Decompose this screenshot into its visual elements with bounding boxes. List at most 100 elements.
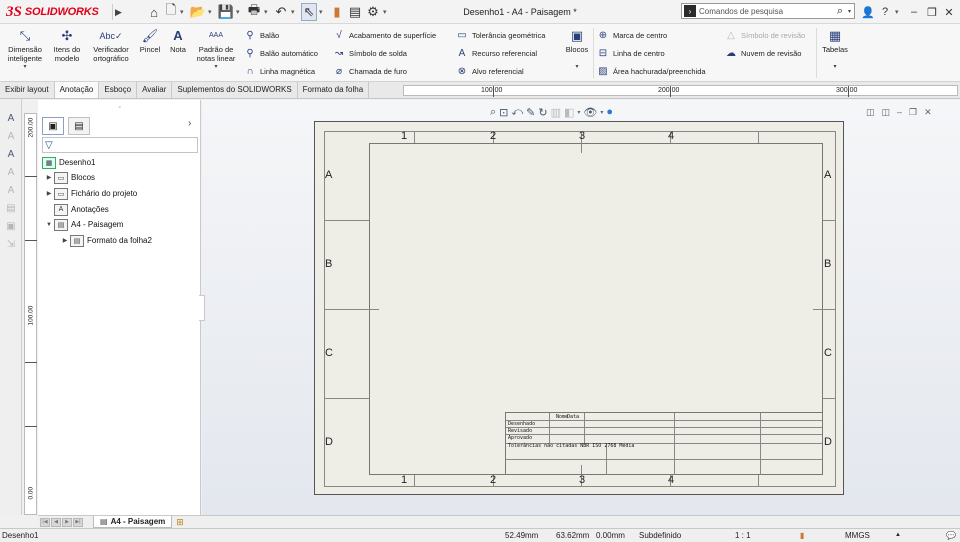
save-dropdown-icon[interactable]: ▾ (236, 3, 240, 21)
area-hatch-button[interactable]: ▨ Área hachurada/preenchida (596, 63, 705, 79)
collapse-arrow-icon[interactable]: ▼ (44, 222, 54, 228)
section-view-icon[interactable]: ▥ (551, 106, 561, 119)
expand-arrow-icon[interactable]: ▶ (44, 174, 54, 181)
help-dropdown-icon[interactable]: ▾ (895, 3, 899, 21)
revision-symbol-button[interactable]: △ Símbolo de revisão (724, 27, 805, 43)
tree-item-sheet-format[interactable]: ▶ ▤ Formato da folha2 (60, 233, 152, 248)
model-items-button[interactable]: ✣ Itens do modelo (50, 28, 84, 63)
menu-expand-arrow-icon[interactable]: ▶ (112, 4, 124, 20)
block-tool-icon[interactable]: ▣ (4, 219, 18, 233)
sheet-tab[interactable]: ▤ A4 - Paisagem (93, 516, 173, 528)
options-icon[interactable]: ⚙ (366, 3, 380, 21)
revision-cloud-button[interactable]: ☁ Nuvem de revisão (724, 45, 801, 61)
print-dropdown-icon[interactable]: ▾ (264, 3, 268, 21)
zoom-to-fit-icon[interactable]: ⌕ (490, 106, 496, 119)
smart-dimension-button[interactable]: ⤡ Dimensão inteligente ▾ (4, 28, 46, 72)
tree-item-annotations[interactable]: A Anotações (44, 202, 109, 217)
add-sheet-icon[interactable]: ⊞ (176, 517, 184, 528)
note-button[interactable]: A Nota (166, 28, 190, 54)
tree-item-design-binder[interactable]: ▶ ▭ Fichário do projeto (44, 186, 137, 201)
auto-balloon-button[interactable]: ⚲ Balão automático (243, 45, 318, 61)
print-icon[interactable]: 🖶 (246, 2, 262, 21)
panel-grip-icon[interactable]: ◦ (38, 100, 201, 114)
tab-annotation[interactable]: Anotação (54, 82, 100, 98)
tree-item-sheet[interactable]: ▼ ▤ A4 - Paisagem (44, 217, 123, 232)
last-sheet-icon[interactable]: ▶| (73, 517, 83, 527)
table-tool-icon[interactable]: ▤ (4, 201, 18, 215)
weld-symbol-button[interactable]: ↝ Símbolo de solda (332, 45, 407, 61)
expand-arrow-icon[interactable]: ▶ (44, 190, 54, 197)
search-icon[interactable]: ⌕ (832, 5, 848, 18)
title-block[interactable]: Nome Data Desenhado Revisado Aprovado To… (505, 412, 823, 475)
home-icon[interactable]: ⌂ (146, 3, 162, 21)
property-manager-tab-icon[interactable]: ▤ (68, 117, 90, 135)
centerline-button[interactable]: ⊟ Linha de centro (596, 45, 665, 61)
tables-dropdown-icon[interactable]: ▾ (833, 63, 836, 72)
linear-note-pattern-dropdown-icon[interactable]: ▾ (214, 63, 217, 72)
minimize-icon[interactable]: – (906, 3, 922, 21)
panel-expand-arrow-icon[interactable]: › (188, 118, 191, 129)
surface-finish-button[interactable]: √ Acabamento de superfície (332, 27, 436, 43)
file-properties-icon[interactable]: ▤ (347, 3, 363, 21)
doc-restore-icon[interactable]: ❐ (909, 107, 917, 118)
solidworks-logo[interactable]: 3S SOLIDWORKS (6, 3, 110, 21)
save-icon[interactable]: 💾 (218, 3, 234, 21)
appearance-icon[interactable]: ● (606, 106, 613, 118)
datum-feature-button[interactable]: A Recurso referencial (455, 45, 537, 61)
rotate-view-icon[interactable]: ↻ (538, 106, 547, 119)
user-icon[interactable]: 👤 (860, 3, 876, 21)
feature-tree-tab-icon[interactable]: ▣ (42, 117, 64, 135)
zoom-to-area-icon[interactable]: ⊡ (499, 106, 508, 119)
search-dropdown-icon[interactable]: ▾ (848, 8, 851, 15)
datum-target-button[interactable]: ⊗ Alvo referencial (455, 63, 524, 79)
hole-callout-button[interactable]: ⌀ Chamada de furo (332, 63, 407, 79)
status-unit-system[interactable]: MMGS (845, 529, 870, 542)
new-dropdown-icon[interactable]: ▾ (180, 3, 184, 21)
next-sheet-icon[interactable]: ▶ (62, 517, 72, 527)
open-dropdown-icon[interactable]: ▾ (208, 3, 212, 21)
align-tool-icon[interactable]: ⇲ (4, 237, 18, 251)
tile-left-icon[interactable]: ◫ (866, 107, 875, 118)
help-icon[interactable]: ? (877, 3, 893, 21)
blocks-button[interactable]: ▣ Blocos ▾ (563, 28, 591, 72)
balloon-button[interactable]: ⚲ Balão (243, 27, 279, 43)
stacked-balloon-tool-icon[interactable]: A (4, 183, 18, 197)
center-mark-button[interactable]: ⊕ Marca de centro (596, 27, 667, 43)
blocks-dropdown-icon[interactable]: ▾ (575, 63, 578, 72)
drawing-sheet[interactable]: 1 2 3 4 1 2 3 4 A B C D A B C D Nome Dat… (314, 121, 844, 495)
tables-button[interactable]: ▦ Tabelas ▾ (820, 28, 850, 72)
balloon-tool-icon[interactable]: A (4, 165, 18, 179)
previous-view-icon[interactable]: ⤺ (511, 106, 523, 119)
geometric-tolerance-button[interactable]: ▭ Tolerância geométrica (455, 27, 545, 43)
undo-icon[interactable]: ↶ (273, 3, 289, 21)
note-tool-icon[interactable]: A (4, 111, 18, 125)
expand-arrow-icon[interactable]: ▶ (60, 237, 70, 244)
doc-minimize-icon[interactable]: – (897, 107, 902, 117)
chat-icon[interactable]: 💬 (946, 529, 956, 542)
select-icon[interactable]: ⇖ (301, 3, 317, 21)
command-search-box[interactable]: › Comandos de pesquisa ⌕ ▾ (681, 3, 855, 19)
tab-sketch[interactable]: Esboço (99, 82, 138, 98)
tab-evaluate[interactable]: Avaliar (137, 82, 173, 98)
format-painter-button[interactable]: 🖌 Pincel (137, 28, 163, 54)
rebuild-icon[interactable]: ▮ (331, 3, 343, 21)
tree-item-drawing[interactable]: ▦ Desenho1 (42, 155, 95, 170)
tree-item-blocks[interactable]: ▶ ▭ Blocos (44, 170, 95, 185)
options-dropdown-icon[interactable]: ▾ (383, 3, 387, 21)
previous-sheet-icon[interactable]: ◀ (51, 517, 61, 527)
close-icon[interactable]: ✕ (941, 3, 957, 21)
hide-show-items-icon[interactable]: 👁 (583, 106, 597, 119)
unit-system-dropdown-icon[interactable]: ▲ (895, 529, 901, 542)
linear-note-pattern-button[interactable]: AAA Padrão de notas linear ▾ (193, 28, 239, 72)
open-icon[interactable]: 📂 (190, 3, 206, 21)
tab-sheet-format[interactable]: Formato da folha (298, 82, 370, 98)
new-document-icon[interactable]: 🗋 (164, 2, 178, 21)
display-style-dropdown-icon[interactable]: ▾ (577, 109, 580, 116)
magnetic-line-button[interactable]: ∩ Linha magnética (243, 63, 315, 79)
datum-tool-icon[interactable]: A (4, 147, 18, 161)
first-sheet-icon[interactable]: |◀ (40, 517, 50, 527)
doc-close-icon[interactable]: ✕ (924, 107, 932, 118)
tile-right-icon[interactable]: ◫ (882, 107, 891, 118)
display-style-icon[interactable]: ◧ (564, 106, 574, 119)
spell-checker-button[interactable]: Abc✓ Verificador ortográfico (88, 28, 134, 63)
